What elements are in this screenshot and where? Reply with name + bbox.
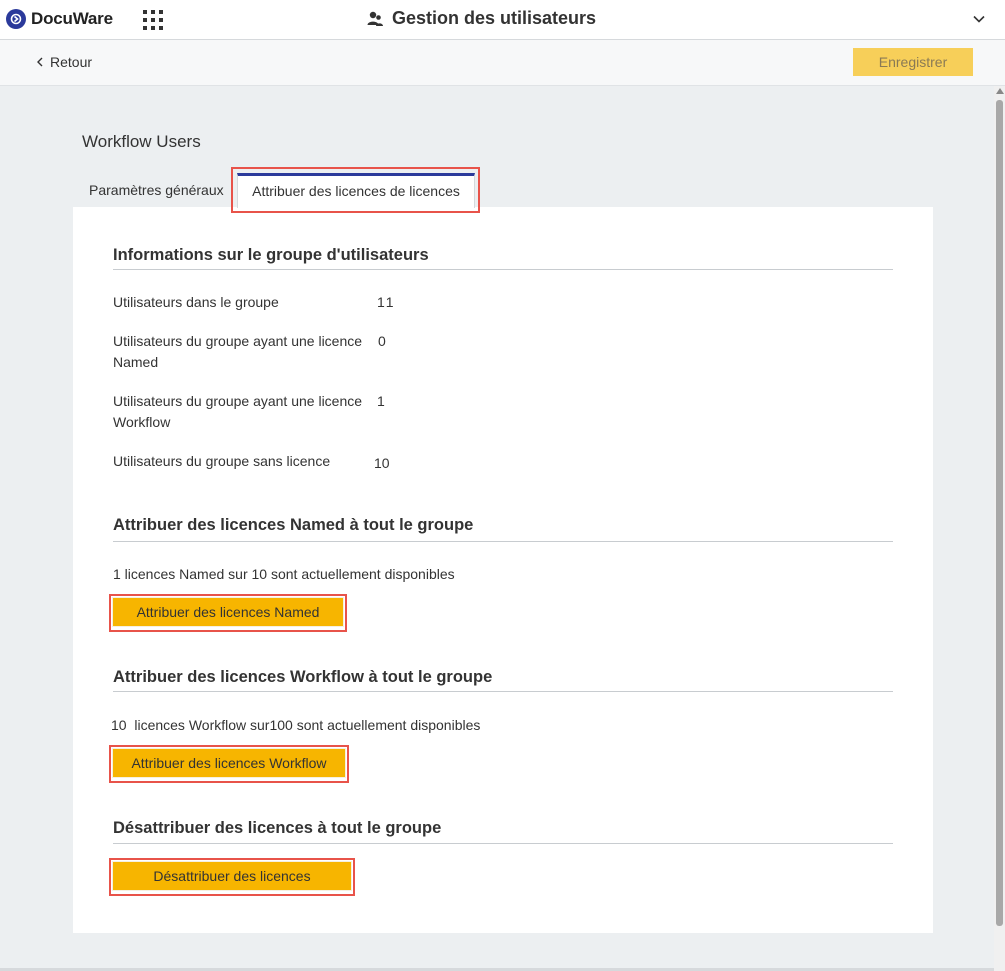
assign-workflow-licenses-button[interactable]: Attribuer des licences Workflow [112,748,346,778]
chevron-down-icon[interactable] [972,12,986,26]
named-section-heading: Attribuer des licences Named à tout le g… [113,516,474,534]
tab-general-settings[interactable]: Paramètres généraux [89,182,224,198]
logo-text: DocuWare [31,9,113,28]
app-title: Gestion des utilisateurs [366,8,596,29]
section-divider [113,691,893,692]
docuware-logo[interactable]: DocuWare [6,9,113,29]
docuware-logo-icon [6,9,26,29]
tab-assign-licenses[interactable]: Attribuer des licences de licences [237,173,475,208]
scroll-thumb[interactable] [996,100,1003,926]
info-value-workflow-license: 1 [377,393,385,409]
info-label-users-in-group: Utilisateurs dans le groupe [113,294,279,310]
info-value-named-license: 0 [378,333,386,349]
named-availability-text: 1 licences Named sur 10 sont actuellemen… [113,566,455,582]
app-title-text: Gestion des utilisateurs [392,8,597,28]
workflow-section-heading: Attribuer des licences Workflow à tout l… [113,668,493,686]
top-bar: DocuWare Gestion des utilisateurs [0,0,1005,40]
back-label: Retour [50,54,93,70]
assign-named-licenses-button[interactable]: Attribuer des licences Named [112,597,344,627]
users-icon [367,11,383,26]
unassign-licenses-button[interactable]: Désattribuer des licences [112,861,352,891]
info-value-users-in-group: 11 [377,294,396,310]
page-title: Workflow Users [82,132,201,151]
info-label-no-license: Utilisateurs du groupe sans licence [113,453,331,469]
save-button[interactable]: Enregistrer [853,48,973,76]
vertical-scrollbar[interactable] [994,86,1005,971]
section-divider [113,843,893,844]
chevron-left-icon [37,57,43,67]
back-link[interactable]: Retour [36,54,92,70]
apps-grid-icon[interactable] [143,10,163,30]
info-value-no-license: 10 [374,455,390,471]
section-divider [113,269,893,270]
action-toolbar: Retour Enregistrer [0,40,1005,86]
unassign-section-heading: Désattribuer des licences à tout le grou… [113,819,442,837]
scroll-up-arrow-icon[interactable] [996,88,1004,94]
info-label-named-license: Utilisateurs du groupe ayant une licence… [113,333,363,370]
group-info-heading: Informations sur le groupe d'utilisateur… [113,246,429,264]
info-label-workflow-license: Utilisateurs du groupe ayant une licence… [113,393,363,430]
workflow-availability-text: 10 licences Workflow sur100 sont actuell… [111,717,481,733]
section-divider [113,541,893,542]
